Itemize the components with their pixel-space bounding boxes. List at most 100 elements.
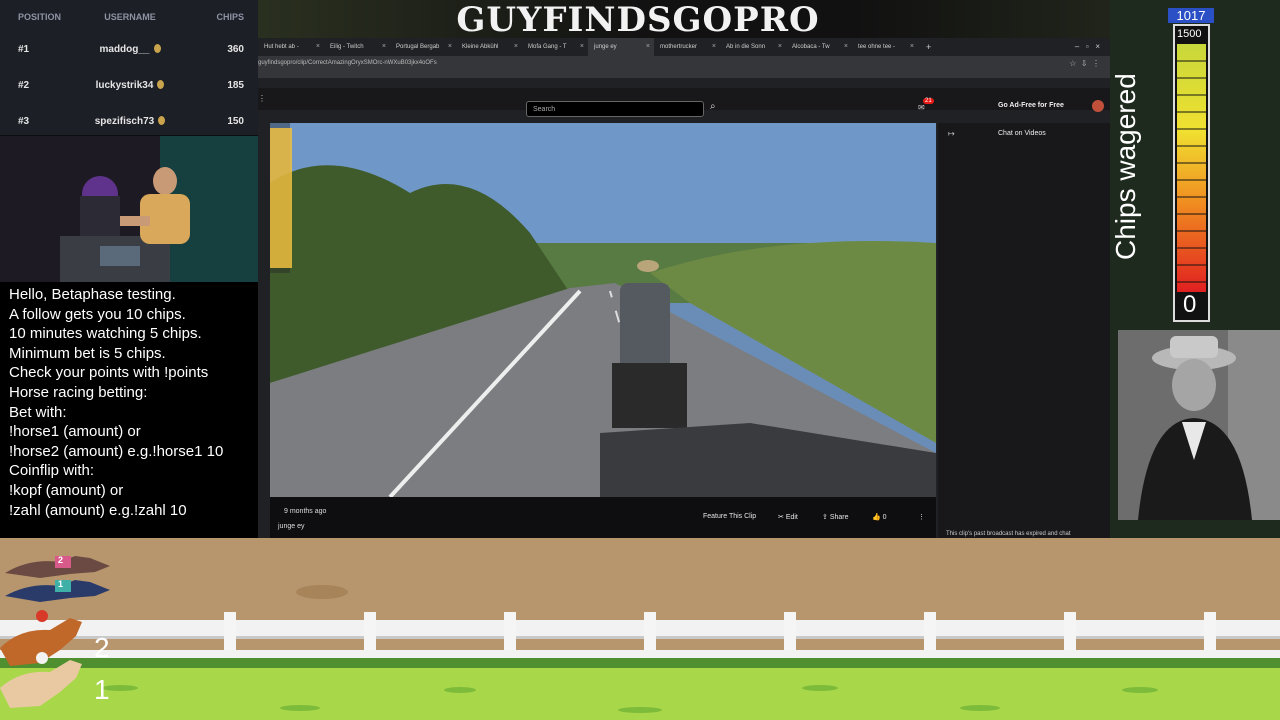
address-bar[interactable]: guyfindsgopro/clip/CorrectAmazingOryxSMO… — [258, 56, 1110, 78]
new-tab-icon[interactable]: + — [926, 38, 931, 56]
feature-clip-button[interactable]: Feature This Clip — [703, 513, 756, 520]
instruction-line: !kopf (amount) or — [9, 481, 124, 499]
video-frame-road — [270, 123, 936, 497]
nav-menu-icon[interactable]: ⋮ — [258, 94, 266, 103]
tab-label: Kleine Abkühl — [462, 44, 499, 50]
leaderboard: POSITION USERNAME CHIPS #1 maddog__ 360 … — [0, 0, 258, 135]
instruction-line: Hello, Betaphase testing. — [9, 286, 176, 303]
close-icon[interactable]: × — [514, 38, 518, 56]
share-button[interactable]: ⇪ Share — [822, 513, 849, 521]
browser-tab[interactable]: Alcobaca - Tw × — [786, 38, 852, 56]
tab-label: Eilig - Twitch — [330, 44, 364, 50]
row-username: luckystrik34 — [95, 79, 154, 91]
close-icon[interactable]: × — [448, 38, 452, 56]
tab-label: Hut hebt ab - — [264, 44, 299, 50]
browser-tab-active[interactable]: junge ey × — [588, 38, 654, 56]
notifications-icon[interactable]: ✉ — [918, 103, 925, 112]
chat-panel: ↦ Chat on Videos This clip's past broadc… — [938, 123, 1110, 538]
clip-age: 9 months ago — [284, 508, 327, 515]
instruction-line: Coinflip with: — [9, 462, 95, 480]
meter-current: 0 — [1183, 291, 1197, 318]
medal-icon — [158, 115, 166, 125]
browser-actions-icons[interactable]: ☆ ⇩ ⋮ — [1069, 59, 1100, 68]
browser-tab[interactable]: mothertrucker × — [654, 38, 720, 56]
scissors-icon: ✂ — [778, 514, 786, 521]
close-icon[interactable]: × — [316, 38, 320, 56]
instruction-line: !horse1 (amount) or — [9, 423, 141, 441]
tab-label: tee ohne tee - — [858, 44, 896, 50]
tab-label: junge ey — [594, 44, 617, 50]
instruction-line: 10 minutes watching 5 chips. — [9, 325, 202, 343]
col-username: USERNAME — [104, 12, 156, 22]
horse-race-track: 2 1 2 1 — [0, 538, 1280, 720]
chat-header: Chat on Videos — [998, 130, 1046, 137]
browser-tab[interactable]: Ab in die Sonn × — [720, 38, 786, 56]
tab-label: Alcobaca - Tw — [792, 44, 830, 50]
browser-window: Hut hebt ab - × Eilig - Twitch × Portugal … — [258, 38, 1110, 538]
close-icon[interactable]: × — [712, 38, 716, 56]
medal-icon — [157, 79, 165, 89]
close-icon[interactable]: × — [382, 38, 386, 56]
close-icon[interactable]: × — [844, 38, 848, 56]
video-player[interactable] — [270, 123, 936, 497]
search-icon[interactable]: ⌕ — [710, 101, 716, 112]
row-position: #1 — [18, 43, 30, 55]
instruction-line: Check your points with !points — [9, 364, 209, 382]
browser-tab[interactable]: Portugal Bergab × — [390, 38, 456, 56]
chat-expired-notice: This clip's past broadcast has expired a… — [946, 531, 1071, 537]
thumbs-up-icon: 👍 — [872, 514, 883, 521]
clip-title: junge ey — [278, 523, 305, 530]
close-icon[interactable]: × — [910, 38, 914, 56]
chips-wagered-label: Chips wagered — [1110, 73, 1141, 260]
leaderboard-header: POSITION USERNAME CHIPS — [0, 0, 258, 34]
browser-tab[interactable]: tee ohne tee - × — [852, 38, 918, 56]
window-controls[interactable]: – ▫ × — [1075, 38, 1100, 56]
instruction-line: !horse2 (amount) e.g.!horse1 10 — [9, 442, 224, 460]
row-chips: 185 — [227, 79, 244, 91]
like-button[interactable]: 👍 0 — [872, 513, 887, 521]
vintage-portrait — [1118, 330, 1280, 520]
close-icon[interactable]: × — [580, 38, 584, 56]
ad-free-button[interactable]: Go Ad-Free for Free — [998, 102, 1064, 109]
collapse-chat-icon[interactable]: ↦ — [948, 129, 955, 138]
chips-meter: 1500 0 — [1173, 24, 1210, 322]
url-text[interactable]: guyfindsgopro/clip/CorrectAmazingOryxSMO… — [258, 60, 437, 66]
horse-number: 1 — [94, 674, 110, 705]
dog-number: 2 — [58, 555, 64, 565]
share-label: Share — [829, 514, 849, 521]
tab-label: Portugal Bergab — [396, 44, 440, 50]
medal-icon — [153, 43, 161, 53]
edit-label: Edit — [785, 514, 798, 521]
portrait-scene — [1118, 330, 1280, 520]
bot-instructions: Hello, Betaphase testing. A follow gets … — [0, 282, 262, 538]
race-scene — [0, 556, 1280, 720]
browser-tab[interactable]: Eilig - Twitch × — [324, 38, 390, 56]
horse-number: 2 — [94, 632, 110, 663]
tab-label: Mofa Gang - T — [528, 44, 567, 50]
leaderboard-row: #2 luckystrik34 185 — [0, 68, 258, 102]
row-position: #2 — [18, 79, 30, 91]
more-options-icon[interactable]: ⋮ — [918, 513, 925, 521]
row-username: spezifisch73 — [94, 115, 155, 127]
tab-label: mothertrucker — [660, 44, 698, 50]
browser-tab[interactable]: Hut hebt ab - × — [258, 38, 324, 56]
tab-label: Ab in die Sonn — [726, 44, 766, 50]
row-chips: 360 — [227, 43, 244, 55]
like-count: 0 — [882, 514, 887, 521]
edit-button[interactable]: ✂ Edit — [778, 513, 798, 521]
col-chips: CHIPS — [216, 12, 244, 22]
twitch-top-nav: ⋮ Search ⌕ ✉ 21 Go Ad-Free for Free — [258, 88, 1110, 117]
close-icon[interactable]: × — [778, 38, 782, 56]
leaderboard-row: #1 maddog__ 360 — [0, 32, 258, 66]
avatar[interactable] — [1092, 100, 1104, 112]
search-input[interactable]: Search — [526, 101, 704, 117]
browser-tab[interactable]: Kleine Abkühl × — [456, 38, 522, 56]
browser-tab[interactable]: Mofa Gang - T × — [522, 38, 588, 56]
tab-strip: Hut hebt ab - × Eilig - Twitch × Portugal … — [258, 38, 1110, 56]
col-position: POSITION — [18, 12, 62, 22]
instruction-line: !zahl (amount) e.g.!zahl 10 — [9, 501, 187, 519]
notification-badge: 21 — [923, 98, 934, 104]
share-icon: ⇪ — [822, 514, 830, 521]
close-icon[interactable]: × — [646, 38, 650, 56]
clip-info-bar: 9 months ago junge ey Feature This Clip … — [270, 497, 936, 538]
